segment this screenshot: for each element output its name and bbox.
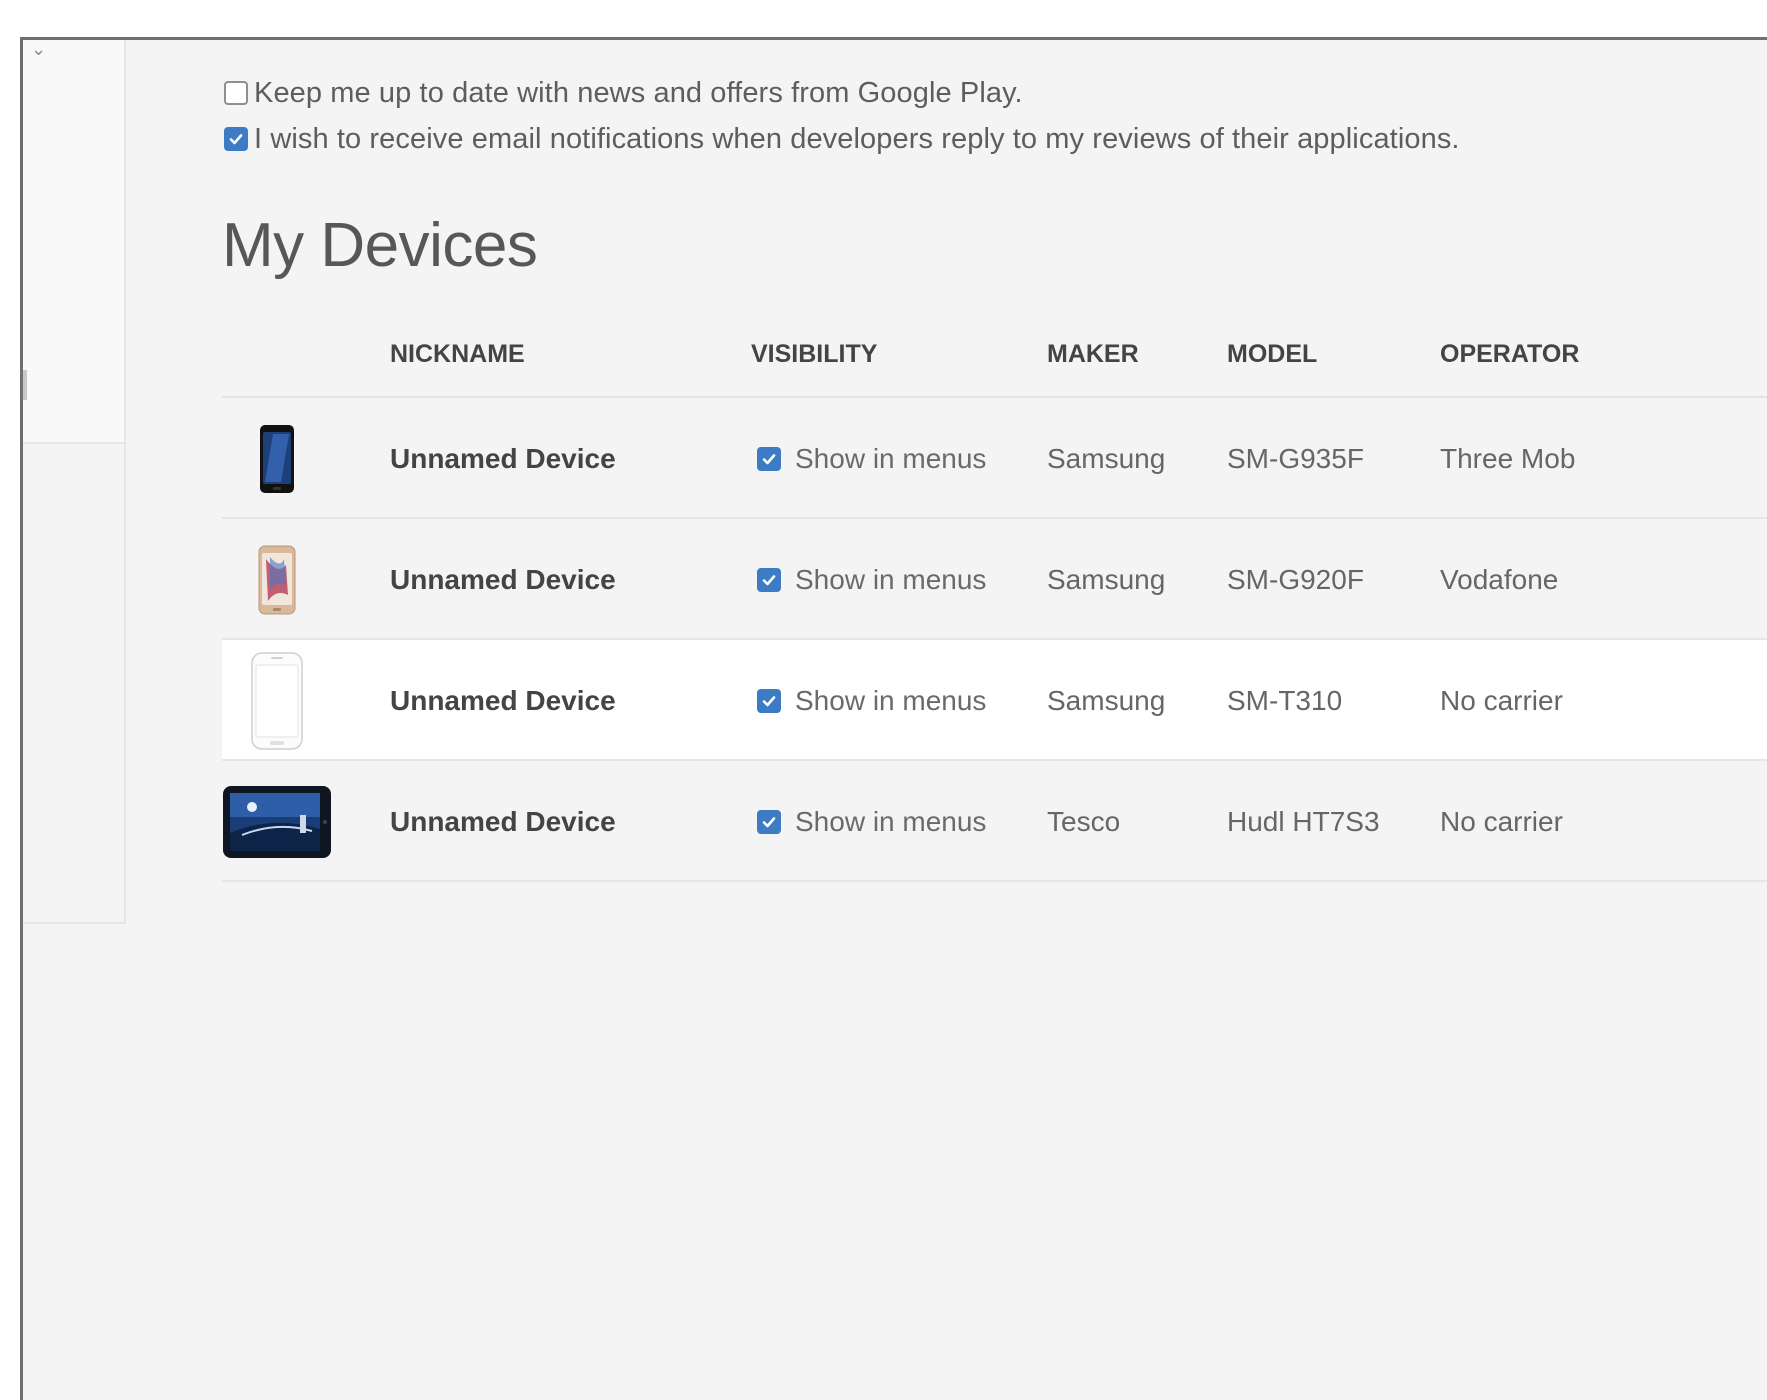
checkmark-icon bbox=[762, 695, 776, 706]
device-nickname[interactable]: Unnamed Device bbox=[390, 519, 616, 640]
phone-white-icon bbox=[251, 651, 303, 750]
device-model: SM-G920F bbox=[1227, 563, 1364, 595]
device-nickname[interactable]: Unnamed Device bbox=[390, 398, 616, 519]
news-offers-label: Keep me up to date with news and offers … bbox=[254, 76, 1023, 109]
header-model[interactable]: MODEL bbox=[1227, 340, 1317, 369]
pref-review-replies[interactable]: I wish to receive email notifications wh… bbox=[224, 116, 1460, 162]
visibility-label: Show in menus bbox=[795, 442, 987, 474]
review-replies-checkbox[interactable] bbox=[224, 127, 248, 151]
resize-handle[interactable] bbox=[23, 370, 27, 400]
visibility-toggle[interactable]: Show in menus bbox=[757, 398, 986, 519]
visibility-toggle[interactable]: Show in menus bbox=[757, 519, 986, 640]
device-model: SM-T310 bbox=[1227, 684, 1343, 716]
pref-news-offers[interactable]: Keep me up to date with news and offers … bbox=[224, 70, 1460, 116]
table-row[interactable]: Unnamed Device Show in menus Samsung SM-… bbox=[222, 640, 1767, 761]
show-in-menus-checkbox[interactable] bbox=[757, 688, 781, 713]
phone-gold-icon bbox=[258, 545, 296, 614]
device-maker: Tesco bbox=[1047, 805, 1121, 837]
device-maker: Samsung bbox=[1047, 563, 1166, 595]
sidebar-lower-panel bbox=[23, 444, 126, 924]
device-maker: Samsung bbox=[1047, 442, 1166, 474]
device-image-cell bbox=[222, 519, 332, 640]
device-maker: Samsung bbox=[1047, 684, 1166, 716]
checkmark-icon bbox=[762, 816, 776, 827]
visibility-label: Show in menus bbox=[795, 805, 987, 837]
device-model: SM-G935F bbox=[1227, 442, 1364, 474]
page-title: My Devices bbox=[222, 211, 538, 280]
device-operator: Vodafone bbox=[1440, 563, 1559, 595]
devices-table: NICKNAME VISIBILITY MAKER MODEL OPERATOR… bbox=[222, 310, 1767, 882]
header-visibility[interactable]: VISIBILITY bbox=[751, 340, 877, 369]
table-row[interactable]: Unnamed Device Show in menus Samsung SM-… bbox=[222, 398, 1767, 519]
header-operator[interactable]: OPERATOR bbox=[1440, 340, 1579, 369]
table-header: NICKNAME VISIBILITY MAKER MODEL OPERATOR bbox=[222, 310, 1767, 398]
device-image-cell bbox=[222, 640, 332, 761]
device-operator: No carrier bbox=[1440, 805, 1563, 837]
device-nickname[interactable]: Unnamed Device bbox=[390, 761, 616, 882]
show-in-menus-checkbox[interactable] bbox=[757, 446, 781, 471]
show-in-menus-checkbox[interactable] bbox=[757, 809, 781, 834]
visibility-label: Show in menus bbox=[795, 563, 987, 595]
device-operator: No carrier bbox=[1440, 684, 1563, 716]
device-image-cell bbox=[222, 398, 332, 519]
visibility-toggle[interactable]: Show in menus bbox=[757, 640, 986, 761]
header-maker[interactable]: MAKER bbox=[1047, 340, 1139, 369]
header-nickname[interactable]: NICKNAME bbox=[390, 340, 525, 369]
checkmark-icon bbox=[762, 574, 776, 585]
show-in-menus-checkbox[interactable] bbox=[757, 567, 781, 592]
visibility-toggle[interactable]: Show in menus bbox=[757, 761, 986, 882]
checkmark-icon bbox=[762, 453, 776, 464]
visibility-label: Show in menus bbox=[795, 684, 987, 716]
tablet-icon bbox=[223, 785, 331, 858]
checkmark-icon bbox=[229, 134, 243, 145]
device-image-cell bbox=[222, 761, 332, 882]
sidebar-panel: ⌄ bbox=[23, 40, 126, 444]
review-replies-label: I wish to receive email notifications wh… bbox=[254, 122, 1460, 155]
device-model: Hudl HT7S3 bbox=[1227, 805, 1380, 837]
collapse-chevron-icon[interactable]: ⌄ bbox=[31, 40, 46, 58]
email-preferences: Keep me up to date with news and offers … bbox=[224, 70, 1460, 162]
table-row[interactable]: Unnamed Device Show in menus Tesco Hudl … bbox=[222, 761, 1767, 882]
table-row[interactable]: Unnamed Device Show in menus Samsung SM-… bbox=[222, 519, 1767, 640]
device-operator: Three Mob bbox=[1440, 442, 1576, 474]
phone-dark-icon bbox=[260, 424, 294, 493]
device-nickname[interactable]: Unnamed Device bbox=[390, 640, 616, 761]
news-offers-checkbox[interactable] bbox=[224, 81, 248, 105]
